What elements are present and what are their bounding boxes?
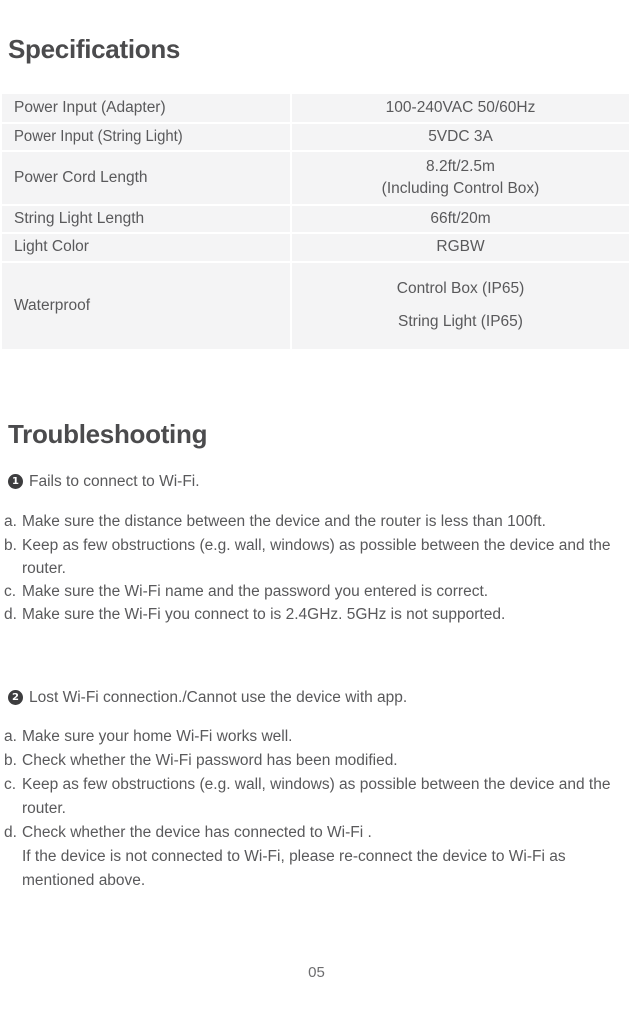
- list-item-text: Check whether the Wi-Fi password has bee…: [22, 752, 398, 770]
- table-row: Light Color RGBW: [2, 234, 629, 261]
- list-item: a. Make sure your home Wi-Fi works well.: [0, 725, 633, 749]
- page-number: 05: [308, 964, 325, 981]
- spec-label: Light Color: [2, 234, 290, 261]
- list-item: b. Keep as few obstructions (e.g. wall, …: [0, 534, 633, 581]
- troubleshooting-section-2: 2 Lost Wi-Fi connection./Cannot use the …: [0, 686, 633, 893]
- list-marker: a.: [4, 728, 17, 746]
- list-item-text: Make sure the Wi-Fi name and the passwor…: [22, 583, 489, 600]
- spec-value-line: String Light (IP65): [398, 313, 523, 330]
- list-marker: d.: [4, 606, 17, 624]
- list-item-text: Check whether the device has connected t…: [22, 824, 372, 842]
- spec-value: 5VDC 3A: [292, 124, 629, 150]
- spec-label: Power Input (Adapter): [2, 94, 290, 122]
- list-marker: c.: [4, 583, 17, 600]
- list-marker: b.: [4, 536, 17, 554]
- list-item: b. Check whether the Wi-Fi password has …: [0, 749, 633, 773]
- list-item-text: Make sure the Wi-Fi you connect to is 2.…: [22, 606, 506, 624]
- list-item: d. Check whether the device has connecte…: [0, 821, 633, 893]
- number-badge-icon: 1: [8, 474, 23, 489]
- list-item-text: Make sure your home Wi-Fi works well.: [22, 728, 293, 746]
- spec-label-text: Power Input (String Light): [14, 127, 183, 145]
- troubleshooting-question: 1 Fails to connect to Wi-Fi.: [0, 470, 633, 493]
- list-marker: a.: [4, 513, 17, 531]
- spec-label: Power Cord Length: [2, 152, 290, 204]
- list-item-text: Keep as few obstructions (e.g. wall, win…: [22, 776, 611, 818]
- list-item-text: Make sure the distance between the devic…: [22, 513, 546, 531]
- table-row: Waterproof Control Box (IP65) String Lig…: [2, 263, 629, 349]
- spec-value: Control Box (IP65) String Light (IP65): [292, 263, 629, 349]
- table-row: Power Input (String Light) 5VDC 3A: [2, 124, 629, 150]
- spec-label: Power Input (String Light): [2, 124, 290, 150]
- spec-value-line: Control Box (IP65): [396, 280, 525, 298]
- list-item: a. Make sure the distance between the de…: [0, 510, 633, 533]
- troubleshooting-section-1: 1 Fails to connect to Wi-Fi. a. Make sur…: [0, 470, 633, 627]
- table-row: Power Input (Adapter) 100-240VAC 50/60Hz: [2, 94, 629, 122]
- spec-value: 8.2ft/2.5m (Including Control Box): [292, 152, 629, 204]
- troubleshooting-question: 2 Lost Wi-Fi connection./Cannot use the …: [0, 686, 633, 709]
- spec-value-line: 8.2ft/2.5m: [426, 157, 495, 175]
- page-title-troubleshooting: Troubleshooting: [8, 419, 208, 449]
- list-marker: d.: [4, 824, 17, 842]
- troubleshooting-steps: a. Make sure your home Wi-Fi works well.…: [0, 725, 633, 893]
- table-row: Power Cord Length 8.2ft/2.5m (Including …: [2, 152, 629, 204]
- spec-value: RGBW: [292, 234, 629, 261]
- table-row: String Light Length 66ft/20m: [2, 206, 629, 232]
- spec-value-line: (Including Control Box): [381, 179, 540, 197]
- question-text: Fails to connect to Wi-Fi.: [29, 473, 200, 490]
- list-item: c. Keep as few obstructions (e.g. wall, …: [0, 773, 633, 821]
- spec-label: String Light Length: [2, 206, 290, 232]
- spec-value: 100-240VAC 50/60Hz: [292, 94, 629, 122]
- list-item-text: Keep as few obstructions (e.g. wall, win…: [22, 536, 611, 577]
- question-text: Lost Wi-Fi connection./Cannot use the de…: [29, 689, 408, 706]
- page-title-specifications: Specifications: [8, 34, 181, 64]
- number-badge-icon: 2: [8, 690, 23, 705]
- list-item: d. Make sure the Wi-Fi you connect to is…: [0, 603, 633, 626]
- list-item-text-group: Check whether the device has connected t…: [22, 821, 633, 893]
- list-marker: b.: [4, 752, 17, 770]
- manual-page: Specifications Power Input (Adapter) 100…: [0, 0, 633, 1024]
- troubleshooting-steps: a. Make sure the distance between the de…: [0, 510, 633, 626]
- specifications-table: Power Input (Adapter) 100-240VAC 50/60Hz…: [0, 92, 631, 351]
- spec-value: 66ft/20m: [292, 206, 629, 232]
- list-item: c. Make sure the Wi-Fi name and the pass…: [0, 580, 633, 603]
- spec-label: Waterproof: [2, 263, 290, 349]
- list-item-subtext: If the device is not connected to Wi-Fi,…: [22, 848, 566, 890]
- list-marker: c.: [4, 776, 17, 794]
